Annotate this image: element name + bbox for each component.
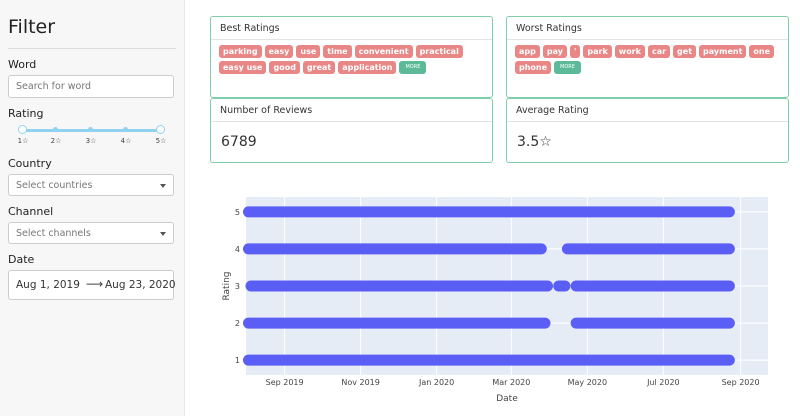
best-ratings-title: Best Ratings bbox=[211, 17, 492, 40]
y-axis-title: Rating bbox=[222, 271, 232, 300]
channel-select[interactable]: Select channels bbox=[8, 222, 174, 244]
word-tag[interactable]: work bbox=[614, 45, 645, 58]
rating-over-time-chart: 1 2 3 4 5 Sep 2019 Nov 2019 Jan 2020 Mar 2020 May… bbox=[222, 197, 768, 404]
country-label: Country bbox=[8, 157, 52, 170]
number-of-reviews-title: Number of Reviews bbox=[211, 99, 492, 122]
filter-sidebar: Filter Word Rating 1☆ 2☆ 3☆ 4☆ 5☆ Countr… bbox=[0, 0, 185, 416]
rating-tick-label: 3☆ bbox=[85, 137, 97, 145]
date-label: Date bbox=[8, 253, 35, 266]
word-tag[interactable]: phone bbox=[515, 61, 552, 74]
best-ratings-tags: parking easy use time convenient practic… bbox=[211, 40, 492, 79]
word-tag[interactable]: car bbox=[647, 45, 671, 58]
best-ratings-card: Best Ratings parking easy use time conve… bbox=[210, 16, 493, 98]
word-tag[interactable]: practical bbox=[415, 45, 463, 58]
x-tick-label: Nov 2019 bbox=[341, 378, 380, 387]
word-tag[interactable]: easy use bbox=[219, 61, 267, 74]
number-of-reviews-card: Number of Reviews 6789 bbox=[210, 98, 493, 163]
word-tag[interactable]: use bbox=[296, 45, 321, 58]
date-start-input[interactable]: Aug 1, 2019 bbox=[16, 279, 80, 291]
word-tag[interactable]: get bbox=[673, 45, 697, 58]
word-tag[interactable]: convenient bbox=[354, 45, 413, 58]
y-tick-label: 4 bbox=[235, 245, 240, 254]
average-rating-value: 3.5☆ bbox=[517, 134, 552, 150]
word-tag[interactable]: great bbox=[302, 61, 336, 74]
word-tag[interactable]: application bbox=[338, 61, 397, 74]
average-rating-card: Average Rating 3.5☆ bbox=[506, 98, 789, 163]
word-tag[interactable]: app bbox=[515, 45, 540, 58]
rating-slider-step bbox=[53, 127, 58, 132]
rating-slider-step bbox=[123, 127, 128, 132]
best-more-button[interactable]: MORE bbox=[399, 61, 427, 74]
rating-slider-step bbox=[88, 127, 93, 132]
x-tick-label: Jan 2020 bbox=[418, 378, 454, 387]
rating-slider-handle-min[interactable] bbox=[18, 125, 27, 134]
word-tag[interactable]: easy bbox=[264, 45, 294, 58]
y-tick-label: 2 bbox=[235, 319, 240, 328]
x-tick-label: Sep 2020 bbox=[722, 378, 760, 387]
rating-tick-label: 5☆ bbox=[155, 137, 167, 145]
word-tag[interactable]: payment bbox=[699, 45, 747, 58]
filter-title: Filter bbox=[8, 16, 176, 49]
y-tick-label: 1 bbox=[235, 356, 240, 365]
word-label: Word bbox=[8, 58, 37, 71]
word-tag[interactable]: park bbox=[583, 45, 612, 58]
rating-tick-label: 4☆ bbox=[120, 137, 132, 145]
chevron-down-icon bbox=[160, 184, 166, 188]
date-range-picker[interactable]: Aug 1, 2019 ⟶ Aug 23, 2020 bbox=[8, 270, 176, 300]
worst-ratings-card: Worst Ratings app pay ' park work car ge… bbox=[506, 16, 789, 98]
country-select-placeholder: Select countries bbox=[16, 180, 93, 191]
number-of-reviews-value: 6789 bbox=[221, 134, 257, 150]
word-tag[interactable]: one bbox=[749, 45, 775, 58]
country-select[interactable]: Select countries bbox=[8, 174, 174, 196]
rating-tick-label: 2☆ bbox=[50, 137, 62, 145]
rating-slider[interactable]: 1☆ 2☆ 3☆ 4☆ 5☆ bbox=[8, 122, 176, 148]
word-tag[interactable]: time bbox=[323, 45, 352, 58]
x-tick-label: Mar 2020 bbox=[492, 378, 530, 387]
word-tag[interactable]: pay bbox=[542, 45, 567, 58]
rating-label: Rating bbox=[8, 107, 44, 120]
word-tag[interactable]: good bbox=[269, 61, 300, 74]
worst-ratings-title: Worst Ratings bbox=[507, 17, 788, 40]
y-tick-label: 3 bbox=[235, 282, 240, 291]
worst-ratings-tags: app pay ' park work car get payment one … bbox=[507, 40, 788, 79]
word-tag[interactable]: ' bbox=[569, 45, 581, 58]
channel-select-placeholder: Select channels bbox=[16, 228, 91, 239]
word-tag[interactable]: parking bbox=[219, 45, 262, 58]
channel-label: Channel bbox=[8, 205, 54, 218]
average-rating-title: Average Rating bbox=[507, 99, 788, 122]
arrow-right-icon: ⟶ bbox=[86, 277, 104, 291]
word-search-input[interactable] bbox=[8, 75, 174, 98]
x-tick-label: May 2020 bbox=[568, 378, 607, 387]
date-end-input[interactable]: Aug 23, 2020 bbox=[105, 279, 176, 291]
y-tick-label: 5 bbox=[235, 208, 240, 217]
rating-slider-handle-max[interactable] bbox=[156, 125, 165, 134]
x-tick-label: Jul 2020 bbox=[646, 378, 680, 387]
x-axis-title: Date bbox=[496, 394, 518, 404]
chevron-down-icon bbox=[160, 232, 166, 236]
rating-tick-label: 1☆ bbox=[17, 137, 29, 145]
x-tick-label: Sep 2019 bbox=[266, 378, 304, 387]
worst-more-button[interactable]: MORE bbox=[554, 61, 581, 74]
